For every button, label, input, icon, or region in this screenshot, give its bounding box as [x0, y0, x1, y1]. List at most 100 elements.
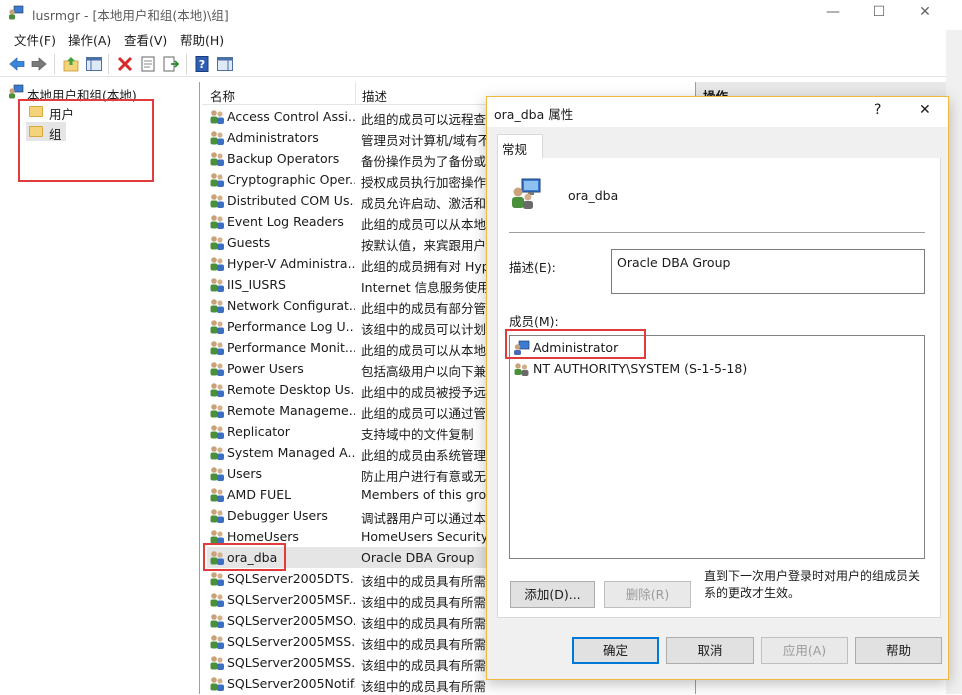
- dialog-title: ora_dba 属性: [494, 107, 574, 122]
- menu-view[interactable]: 查看(V): [124, 30, 167, 49]
- group-name-cell: SQLServer2005DTS...: [227, 571, 355, 586]
- group-description-cell: 授权成员执行加密操作。: [361, 175, 486, 190]
- group-icon: [209, 381, 225, 397]
- dialog-help-button[interactable]: ?: [874, 102, 881, 118]
- member-item[interactable]: NT AUTHORITY\SYSTEM (S-1-5-18): [533, 361, 747, 376]
- group-name-cell: SQLServer2005MSF...: [227, 592, 355, 607]
- export-list-icon[interactable]: [162, 55, 180, 73]
- group-icon: [209, 213, 225, 229]
- group-name-cell: Network Configurat...: [227, 298, 355, 313]
- highlight-box-row: [203, 543, 286, 571]
- apply-button[interactable]: 应用(A): [761, 637, 848, 664]
- toolbar-separator: [108, 54, 109, 74]
- group-description-cell: 该组中的成员具有所需的: [361, 574, 486, 589]
- toolbar-separator: [54, 54, 55, 74]
- group-description-cell: 此组中的成员有部分管理: [361, 301, 486, 316]
- close-window-button[interactable]: ✕: [902, 0, 948, 26]
- group-icon: [209, 402, 225, 418]
- group-description-cell: 此组中的成员被授予远程: [361, 385, 486, 400]
- menu-help[interactable]: 帮助(H): [180, 30, 224, 49]
- group-description-cell: Members of this group: [361, 487, 486, 502]
- group-icon: [209, 612, 225, 628]
- column-header-name[interactable]: 名称: [210, 86, 235, 105]
- group-name-cell: Hyper-V Administra...: [227, 256, 355, 271]
- computer-users-icon: [8, 84, 24, 99]
- group-icon: [209, 444, 225, 460]
- group-icon: [209, 129, 225, 145]
- group-name-cell: IIS_IUSRS: [227, 277, 286, 292]
- group-icon: [209, 276, 225, 292]
- group-icon: [209, 234, 225, 250]
- group-icon: [209, 360, 225, 376]
- group-name-cell: AMD FUEL: [227, 487, 292, 502]
- group-name-cell: Performance Monit...: [227, 340, 355, 355]
- group-icon: [509, 176, 543, 210]
- group-icon: [209, 654, 225, 670]
- back-arrow-icon[interactable]: [8, 55, 26, 73]
- group-name-cell: Event Log Readers: [227, 214, 344, 229]
- group-description-cell: 此组的成员可以通过管理: [361, 406, 486, 421]
- toolbar-separator: [186, 54, 187, 74]
- column-divider[interactable]: [355, 82, 356, 104]
- menu-action[interactable]: 操作(A): [68, 30, 111, 49]
- description-field[interactable]: Oracle DBA Group: [611, 249, 925, 294]
- help-book-icon[interactable]: ?: [193, 55, 211, 73]
- highlight-box-member: [505, 329, 646, 359]
- tab-general-label: 常规: [502, 142, 528, 157]
- ok-button[interactable]: 确定: [572, 637, 659, 664]
- up-folder-icon[interactable]: [62, 55, 80, 73]
- group-icon: [209, 591, 225, 607]
- group-icon: [209, 150, 225, 166]
- menu-file[interactable]: 文件(F): [14, 30, 56, 49]
- group-name-cell: SQLServer2005MSO...: [227, 613, 355, 628]
- column-header-description[interactable]: 描述: [362, 86, 387, 105]
- group-description-cell: 成员允许启动、激活和使: [361, 196, 486, 211]
- highlight-box-tree: [18, 99, 154, 182]
- show-hide-tree-icon[interactable]: [85, 55, 103, 73]
- add-member-button[interactable]: 添加(D)...: [510, 581, 595, 608]
- group-description-cell: 该组中的成员具有所需的: [361, 616, 486, 631]
- group-description-cell: 此组的成员由系统管理。: [361, 448, 486, 463]
- group-icon: [209, 675, 225, 691]
- group-description-cell: HomeUsers Security G: [361, 529, 486, 544]
- group-name-cell: Administrators: [227, 130, 319, 145]
- group-icon: [209, 171, 225, 187]
- group-name-cell: Guests: [227, 235, 271, 250]
- show-action-pane-icon[interactable]: [216, 55, 234, 73]
- group-name-cell: Remote Desktop Us...: [227, 382, 355, 397]
- group-name-cell: System Managed A...: [227, 445, 355, 460]
- group-description-cell: Internet 信息服务使用的: [361, 280, 486, 295]
- computer-users-icon: [8, 5, 24, 20]
- group-description-cell: 防止用户进行有意或无意: [361, 469, 486, 484]
- minimize-button[interactable]: —: [810, 0, 856, 26]
- help-button[interactable]: 帮助: [855, 637, 942, 664]
- group-icon: [209, 108, 225, 124]
- delete-x-icon[interactable]: [116, 55, 134, 73]
- forward-arrow-icon[interactable]: [30, 55, 48, 73]
- properties-icon[interactable]: [139, 55, 157, 73]
- group-description-cell: 此组的成员拥有对 Hyper: [361, 259, 486, 274]
- group-icon: [209, 423, 225, 439]
- group-icon: [209, 633, 225, 649]
- group-name-cell: SQLServer2005MSS...: [227, 655, 355, 670]
- group-description-cell: 该组中的成员具有所需的访问权...: [361, 679, 486, 694]
- group-users-icon: [513, 361, 530, 376]
- group-description-cell: 备份操作员为了备份或还: [361, 154, 486, 169]
- group-description-cell: 此组的成员可以从本地和: [361, 343, 486, 358]
- group-icon: [209, 465, 225, 481]
- group-name-cell: SQLServer2005MSS...: [227, 634, 355, 649]
- group-icon: [209, 192, 225, 208]
- group-name-cell: Replicator: [227, 424, 290, 439]
- remove-member-button[interactable]: 删除(R): [604, 581, 691, 608]
- dialog-close-button[interactable]: ✕: [919, 102, 931, 118]
- maximize-button[interactable]: ☐: [856, 0, 902, 26]
- dialog-separator: [509, 232, 925, 233]
- group-icon: [209, 318, 225, 334]
- group-name-cell: Performance Log U...: [227, 319, 355, 334]
- group-icon: [209, 339, 225, 355]
- group-name-cell: HomeUsers: [227, 529, 299, 544]
- group-icon: [209, 528, 225, 544]
- membership-note: 直到下一次用户登录时对用户的组成员关系的更改才生效。: [704, 569, 921, 600]
- group-icon: [209, 507, 225, 523]
- cancel-button[interactable]: 取消: [666, 637, 754, 664]
